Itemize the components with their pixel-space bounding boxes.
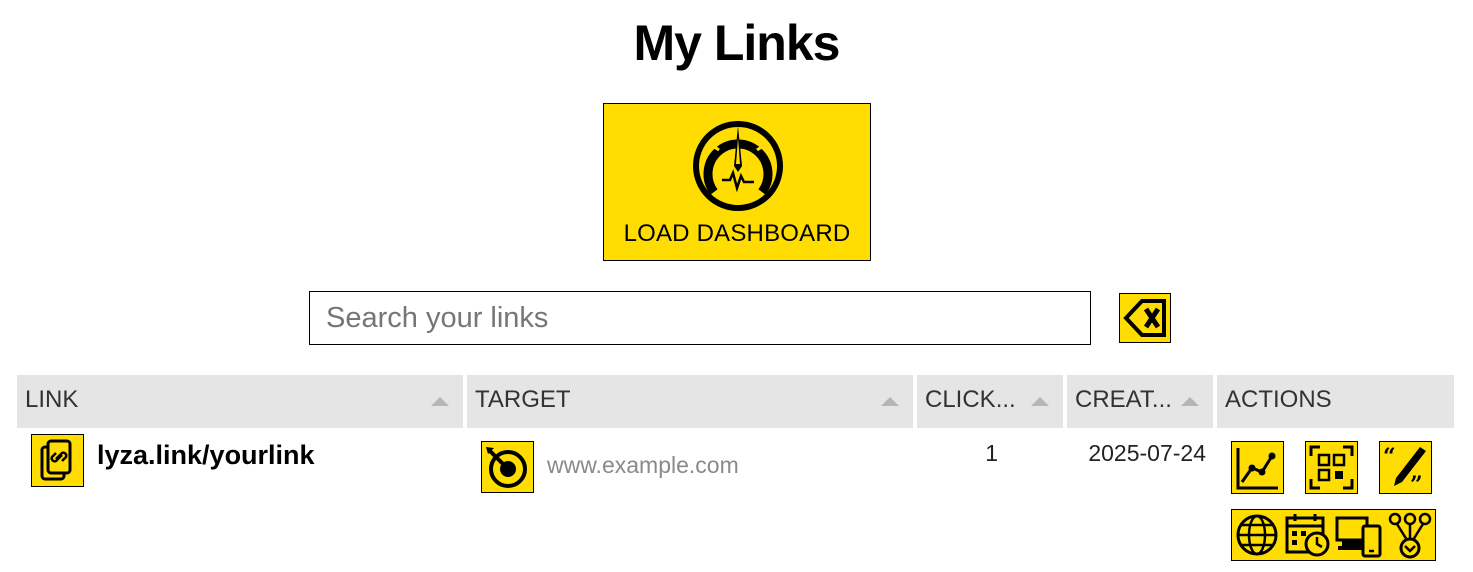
edit-quote-icon: “ ”	[1383, 444, 1426, 493]
short-link[interactable]: lyza.link/yourlink	[97, 440, 315, 471]
devices-icon	[1335, 516, 1382, 558]
target-url: www.example.com	[547, 452, 739, 478]
sort-arrow-icon	[881, 397, 899, 406]
referrer-network-icon	[1388, 512, 1432, 559]
search-input[interactable]	[309, 291, 1091, 345]
sort-arrow-icon	[431, 397, 449, 406]
stats-time-button[interactable]	[1283, 510, 1333, 560]
svg-text:“: “	[1383, 444, 1396, 470]
qr-code-button[interactable]	[1305, 441, 1358, 494]
sort-arrow-icon	[1181, 397, 1199, 406]
speedometer-gauge-icon	[693, 121, 783, 211]
edit-button[interactable]: “ ”	[1379, 441, 1432, 494]
page-title: My Links	[633, 15, 841, 71]
column-header-created[interactable]: CREAT...	[1067, 375, 1213, 428]
svg-text:”: ”	[1410, 472, 1423, 493]
stats-devices-button[interactable]	[1334, 510, 1384, 560]
column-header-label: LINK	[25, 386, 79, 413]
globe-icon	[1236, 514, 1278, 556]
qr-code-icon	[1309, 445, 1354, 490]
clear-search-button[interactable]	[1119, 293, 1171, 343]
load-dashboard-button[interactable]: LOAD DASHBOARD	[603, 103, 871, 261]
target-button[interactable]	[481, 441, 534, 493]
load-dashboard-label: LOAD DASHBOARD	[623, 220, 851, 247]
column-header-target[interactable]: TARGET	[467, 375, 913, 428]
stats-button[interactable]	[1231, 441, 1284, 494]
stats-referrers-button[interactable]	[1385, 510, 1435, 560]
column-header-label: CLICK...	[925, 386, 1016, 413]
column-header-label: CREAT...	[1075, 386, 1172, 413]
column-header-clicks[interactable]: CLICK...	[917, 375, 1063, 428]
copy-link-icon	[40, 439, 72, 481]
copy-link-button[interactable]	[31, 434, 84, 487]
target-icon	[486, 447, 527, 488]
calendar-clock-icon	[1285, 514, 1330, 557]
stats-filters-group	[1231, 509, 1436, 561]
column-header-link[interactable]: LINK	[17, 375, 463, 428]
sort-arrow-icon	[1031, 397, 1049, 406]
stats-location-button[interactable]	[1232, 510, 1282, 560]
created-date: 2025-07-24	[1088, 440, 1206, 466]
click-count: 1	[985, 440, 998, 466]
column-header-label: ACTIONS	[1225, 386, 1332, 413]
stats-chart-icon	[1236, 448, 1278, 490]
column-header-label: TARGET	[475, 386, 571, 413]
column-header-actions: ACTIONS	[1217, 375, 1454, 428]
clear-backspace-icon	[1123, 299, 1166, 337]
